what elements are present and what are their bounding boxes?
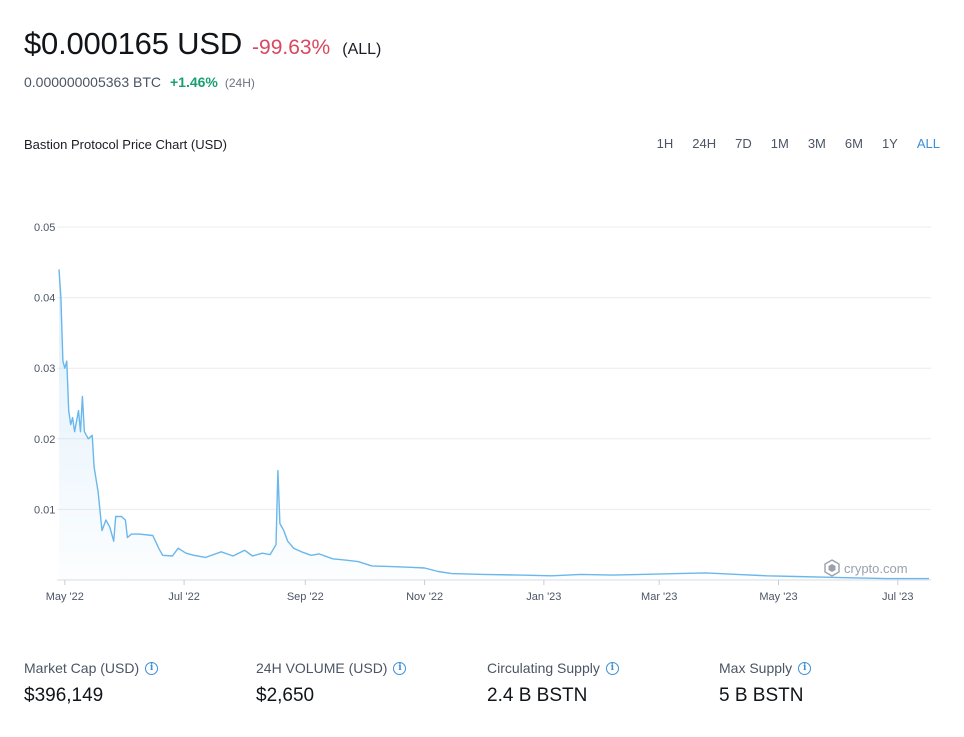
info-icon[interactable]: i — [393, 661, 407, 675]
info-icon[interactable]: i — [605, 661, 619, 675]
range-button-1h[interactable]: 1H — [657, 136, 674, 151]
stat-value: 5 B BSTN — [719, 685, 804, 706]
x-tick-label: Jul '22 — [168, 591, 199, 603]
btc-change-percent: +1.46% — [170, 74, 218, 90]
watermark-text: crypto.com — [844, 560, 908, 576]
y-tick-label: 0.04 — [34, 293, 55, 305]
price-chart[interactable]: 0.01 0.02 0.03 0.04 0.05 May '22 Jul '22 Sep '… — [0, 190, 964, 610]
stat-value: $396,149 — [24, 685, 104, 706]
y-tick-label: 0.05 — [34, 222, 55, 234]
price-line — [58, 269, 929, 580]
x-tick-label: Mar '23 — [641, 591, 677, 603]
current-price: $0.000165 USD — [24, 26, 243, 61]
stat-label: Market Cap (USD) — [24, 660, 140, 676]
y-tick-label: 0.02 — [34, 434, 55, 446]
range-button-1m[interactable]: 1M — [771, 136, 789, 151]
x-tick-label: Jan '23 — [526, 591, 561, 603]
x-tick-label: Jul '23 — [882, 591, 913, 603]
range-button-3m[interactable]: 3M — [808, 136, 826, 151]
x-tick-label: Nov '22 — [406, 591, 443, 603]
btc-price: 0.000000005363 BTC — [24, 74, 161, 90]
stats-row: Market Cap (USD) i $396,149 24H VOLUME (U… — [0, 660, 964, 720]
stat-value: 2.4 B BSTN — [487, 685, 588, 706]
watermark: crypto.com — [824, 559, 908, 577]
btc-price-row: 0.000000005363 BTC +1.46% (24H) — [24, 74, 255, 90]
y-tick-label: 0.01 — [34, 504, 55, 516]
info-icon[interactable]: i — [145, 661, 159, 675]
range-button-1y[interactable]: 1Y — [882, 136, 898, 151]
time-range-selector: 1H 24H 7D 1M 3M 6M 1Y ALL — [638, 136, 940, 151]
stat-label: 24H VOLUME (USD) — [256, 660, 388, 676]
y-tick-label: 0.03 — [34, 363, 55, 375]
price-area — [59, 269, 929, 580]
price-row: $0.000165 USD -99.63% (ALL) — [24, 26, 381, 62]
range-button-6m[interactable]: 6M — [845, 136, 863, 151]
range-button-7d[interactable]: 7D — [735, 136, 752, 151]
price-change-period: (ALL) — [342, 41, 382, 58]
chart-title: Bastion Protocol Price Chart (USD) — [24, 137, 228, 152]
x-axis: May '22 Jul '22 Sep '22 Nov '22 Jan '23 Mar '… — [46, 580, 913, 603]
x-tick-label: Sep '22 — [287, 591, 324, 603]
chart-grid — [57, 226, 931, 581]
x-tick-label: May '22 — [46, 591, 84, 603]
info-icon[interactable]: i — [798, 661, 812, 675]
stat-value: $2,650 — [256, 685, 315, 706]
y-axis: 0.01 0.02 0.03 0.04 0.05 — [34, 222, 55, 516]
stat-max-supply: Max Supply i 5 B BSTN — [719, 660, 812, 707]
x-tick-label: May '23 — [759, 591, 797, 603]
stat-label: Circulating Supply — [487, 660, 600, 676]
range-button-24h[interactable]: 24H — [692, 136, 716, 151]
stat-circulating-supply: Circulating Supply i 2.4 B BSTN — [487, 660, 619, 707]
range-button-all[interactable]: ALL — [917, 136, 940, 151]
crypto-com-logo-icon — [824, 559, 840, 577]
stat-market-cap: Market Cap (USD) i $396,149 — [24, 660, 159, 707]
btc-change-period: (24H) — [224, 76, 255, 90]
price-change-percent: -99.63% — [252, 36, 331, 59]
stat-24h-volume: 24H VOLUME (USD) i $2,650 — [256, 660, 407, 707]
stat-label: Max Supply — [719, 660, 793, 676]
